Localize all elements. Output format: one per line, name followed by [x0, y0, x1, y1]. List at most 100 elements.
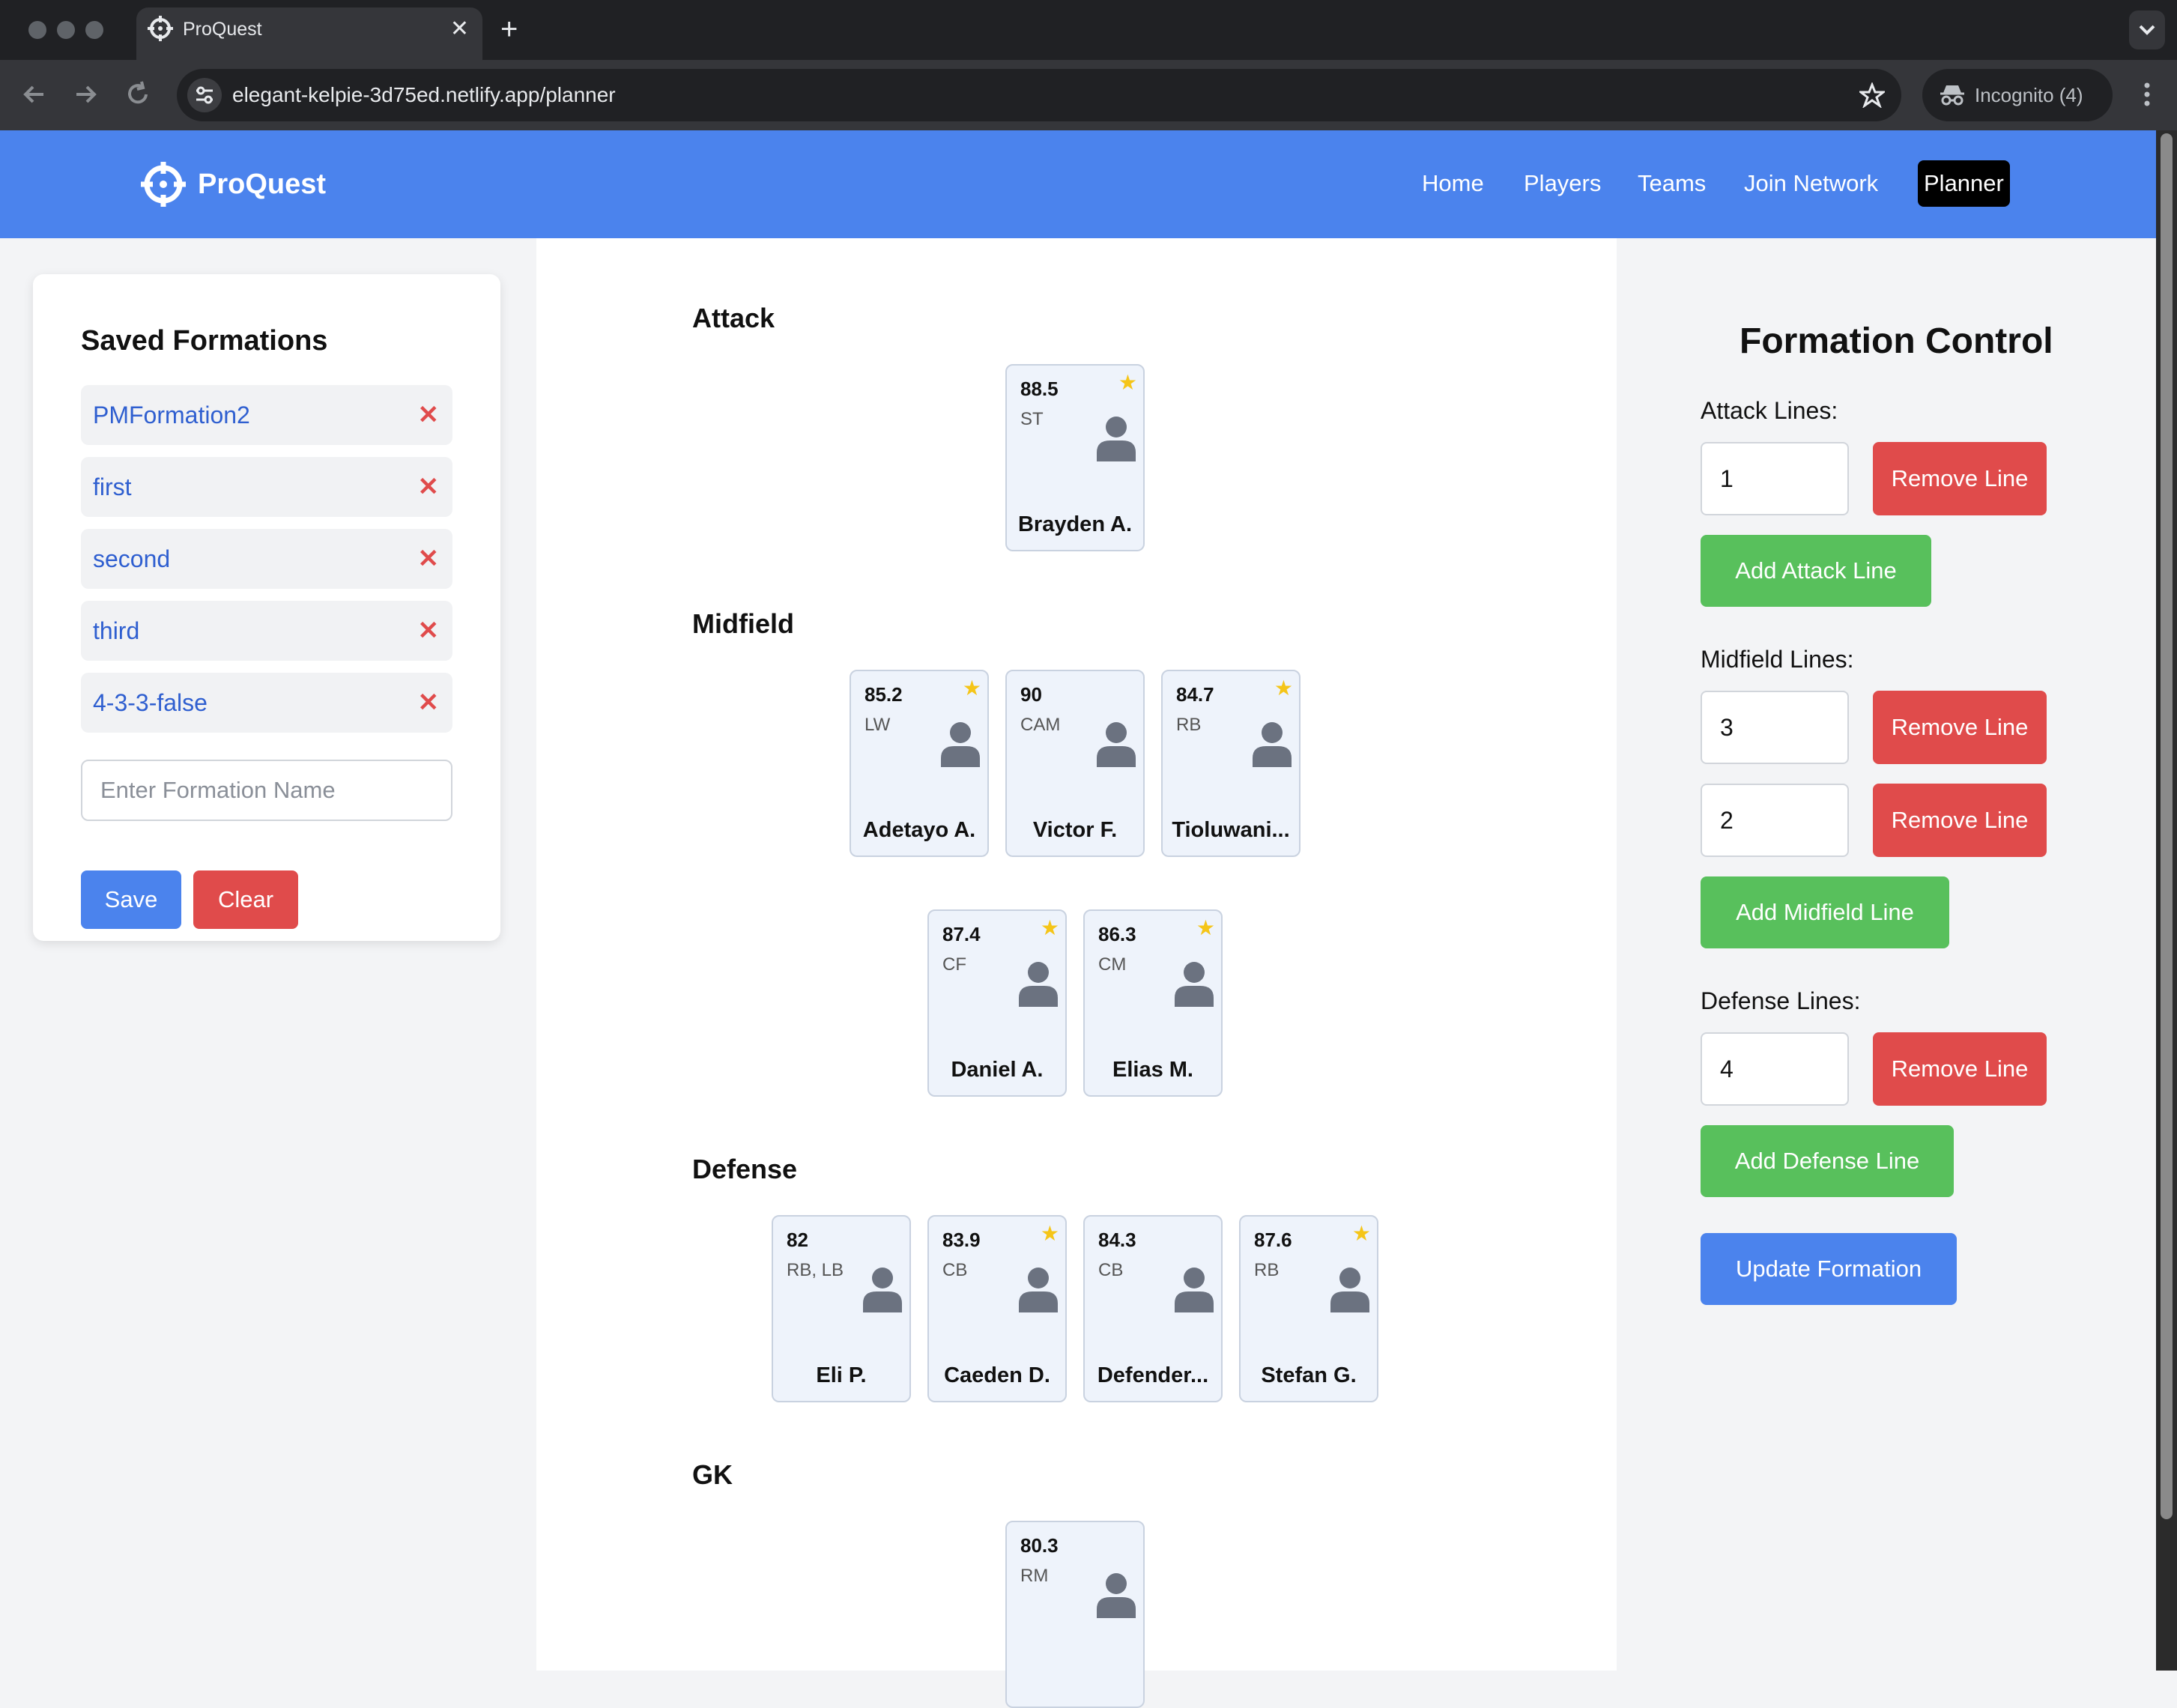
- player-card[interactable]: 82 RB, LB Eli P.: [772, 1215, 911, 1402]
- formation-name-link[interactable]: first: [93, 457, 132, 517]
- player-rating: 87.4: [942, 923, 981, 945]
- star-icon: ★: [1196, 916, 1215, 939]
- formation-item[interactable]: first ✕: [81, 457, 452, 517]
- brand-name[interactable]: ProQuest: [198, 130, 326, 238]
- player-position: RB, LB: [787, 1260, 844, 1280]
- incognito-profile-button[interactable]: Incognito (4): [1922, 69, 2113, 121]
- player-position: RB: [1254, 1260, 1280, 1280]
- scrollbar-thumb[interactable]: [2161, 133, 2173, 1519]
- defense-line-input[interactable]: [1701, 1032, 1849, 1106]
- player-card[interactable]: 87.6 RB ★ Stefan G.: [1239, 1215, 1378, 1402]
- remove-line-button[interactable]: Remove Line: [1873, 691, 2047, 764]
- back-arrow-icon[interactable]: [18, 78, 51, 111]
- formation-name-link[interactable]: second: [93, 529, 170, 589]
- remove-line-button[interactable]: Remove Line: [1873, 442, 2047, 515]
- midfield-line-input[interactable]: [1701, 691, 1849, 764]
- player-card[interactable]: 88.5 ST ★ Brayden A.: [1005, 364, 1145, 551]
- address-bar[interactable]: elegant-kelpie-3d75ed.netlify.app/planne…: [177, 69, 1901, 121]
- person-avatar-icon: [1175, 962, 1214, 1007]
- player-name: Brayden A.: [1017, 512, 1133, 536]
- star-icon: ★: [1118, 371, 1137, 394]
- player-card[interactable]: 84.7 RB ★ Tioluwani...: [1161, 670, 1301, 857]
- player-card[interactable]: 84.3 CB Defender...: [1083, 1215, 1223, 1402]
- tab-search-button[interactable]: [2129, 10, 2165, 49]
- player-card[interactable]: 90 CAM Victor F.: [1005, 670, 1145, 857]
- attack-title: Attack: [692, 303, 775, 333]
- delete-x-icon[interactable]: ✕: [418, 673, 440, 733]
- player-position: ST: [1020, 409, 1044, 429]
- nav-teams[interactable]: Teams: [1638, 160, 1706, 207]
- player-card[interactable]: 87.4 CF ★ Daniel A.: [927, 909, 1067, 1097]
- more-vert-icon[interactable]: [2140, 79, 2155, 109]
- save-button[interactable]: Save: [81, 870, 181, 929]
- player-rating: 88.5: [1020, 378, 1059, 400]
- browser-tab-bar: ProQuest ✕ +: [0, 0, 2177, 60]
- formation-name-link[interactable]: third: [93, 601, 139, 661]
- crosshair-favicon-icon: [148, 16, 173, 41]
- formation-item[interactable]: 4-3-3-false ✕: [81, 673, 452, 733]
- player-position: RB: [1176, 715, 1202, 735]
- player-position: CF: [942, 954, 966, 975]
- reload-icon[interactable]: [121, 78, 154, 111]
- window-minimize-dot[interactable]: [57, 21, 75, 39]
- player-name: Caeden D.: [944, 1363, 1050, 1387]
- player-card[interactable]: 83.9 CB ★ Caeden D.: [927, 1215, 1067, 1402]
- update-formation-button[interactable]: Update Formation: [1701, 1233, 1957, 1305]
- player-card[interactable]: 85.2 LW ★ Adetayo A.: [850, 670, 989, 857]
- nav-players[interactable]: Players: [1524, 160, 1601, 207]
- add-midfield-line-button[interactable]: Add Midfield Line: [1701, 876, 1949, 948]
- bookmark-star-icon[interactable]: [1859, 82, 1885, 108]
- nav-home[interactable]: Home: [1422, 160, 1484, 207]
- player-rating: 86.3: [1098, 923, 1136, 945]
- midfield-line-input[interactable]: [1701, 784, 1849, 857]
- delete-x-icon[interactable]: ✕: [418, 457, 440, 517]
- person-avatar-icon: [1097, 417, 1136, 461]
- delete-x-icon[interactable]: ✕: [418, 601, 440, 661]
- player-rating: 82: [787, 1229, 808, 1251]
- player-card[interactable]: 86.3 CM ★ Elias M.: [1083, 909, 1223, 1097]
- player-name: Tioluwani...: [1172, 818, 1290, 842]
- delete-x-icon[interactable]: ✕: [418, 385, 440, 445]
- nav-join-network[interactable]: Join Network: [1744, 160, 1878, 207]
- window-close-dot[interactable]: [28, 21, 46, 39]
- tab-title: ProQuest: [183, 19, 262, 40]
- window-maximize-dot[interactable]: [85, 21, 103, 39]
- add-defense-line-button[interactable]: Add Defense Line: [1701, 1125, 1954, 1197]
- remove-line-button[interactable]: Remove Line: [1873, 784, 2047, 857]
- player-name: Eli P.: [816, 1363, 867, 1387]
- formation-item[interactable]: third ✕: [81, 601, 452, 661]
- star-icon: ★: [962, 676, 981, 700]
- forward-arrow-icon[interactable]: [69, 78, 102, 111]
- person-avatar-icon: [1253, 722, 1292, 767]
- attack-line-input[interactable]: [1701, 442, 1849, 515]
- new-tab-icon[interactable]: +: [500, 9, 518, 49]
- formation-name-input[interactable]: [81, 760, 452, 821]
- person-avatar-icon: [1019, 962, 1058, 1007]
- site-info-button[interactable]: [187, 78, 222, 112]
- player-rating: 90: [1020, 683, 1042, 706]
- formation-item[interactable]: PMFormation2 ✕: [81, 385, 452, 445]
- formation-item[interactable]: second ✕: [81, 529, 452, 589]
- remove-line-button[interactable]: Remove Line: [1873, 1032, 2047, 1106]
- formation-name-link[interactable]: PMFormation2: [93, 385, 250, 445]
- player-position: RM: [1020, 1566, 1049, 1586]
- person-avatar-icon: [1097, 1573, 1136, 1618]
- delete-x-icon[interactable]: ✕: [418, 529, 440, 589]
- person-avatar-icon: [1019, 1268, 1058, 1312]
- planner-page: Saved Formations PMFormation2 ✕ first ✕ …: [0, 238, 2156, 1708]
- formation-name-link[interactable]: 4-3-3-false: [93, 673, 208, 733]
- defense-title: Defense: [692, 1154, 798, 1184]
- tune-icon: [196, 86, 213, 104]
- player-rating: 85.2: [865, 683, 903, 706]
- crosshair-logo-icon[interactable]: [139, 160, 187, 208]
- tab-close-icon[interactable]: ✕: [450, 7, 469, 51]
- nav-planner[interactable]: Planner: [1918, 160, 2010, 207]
- player-card[interactable]: 80.3 RM: [1005, 1521, 1145, 1708]
- clear-button[interactable]: Clear: [193, 870, 298, 929]
- browser-toolbar: elegant-kelpie-3d75ed.netlify.app/planne…: [0, 60, 2177, 130]
- formation-field: Attack Midfield Defense GK 88.5 ST ★ Brayde…: [536, 238, 1617, 1708]
- url-text[interactable]: elegant-kelpie-3d75ed.netlify.app/planne…: [232, 69, 616, 121]
- browser-tab[interactable]: ProQuest ✕: [136, 7, 482, 60]
- person-avatar-icon: [941, 722, 980, 767]
- add-attack-line-button[interactable]: Add Attack Line: [1701, 535, 1931, 607]
